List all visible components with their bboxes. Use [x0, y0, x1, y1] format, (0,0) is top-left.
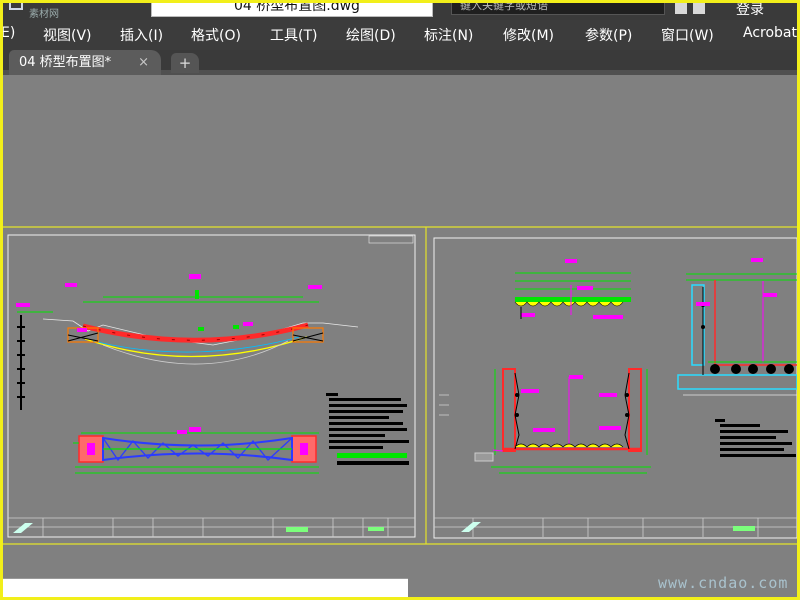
login-button[interactable]: 登录 — [736, 3, 764, 19]
menu-item-window[interactable]: 窗口(W) — [661, 25, 714, 45]
new-tab-button[interactable]: + — [171, 53, 199, 73]
menu-item-view[interactable]: 视图(V) — [43, 25, 92, 45]
menu-item-format[interactable]: 格式(O) — [191, 25, 241, 45]
titlebar-tools — [675, 3, 705, 14]
menu-item-tools[interactable]: 工具(T) — [270, 25, 317, 45]
menu-item-acrobat[interactable]: Acrobat — [743, 25, 797, 41]
cad-drawing[interactable] — [3, 75, 797, 597]
menu-item-modify[interactable]: 修改(M) — [503, 25, 554, 45]
title-bar: 素材网 04 桥型布置图.dwg 键入关键字或短语 登录 — [3, 3, 797, 20]
right-sheet[interactable] — [433, 237, 797, 539]
menu-item-insert[interactable]: 插入(I) — [120, 25, 163, 45]
title-watermark: 素材网 — [29, 9, 59, 20]
menu-item-parametric[interactable]: 参数(P) — [585, 25, 632, 45]
notes-block-right — [715, 419, 796, 457]
menu-item-edit[interactable]: E) — [3, 25, 15, 41]
search-input[interactable]: 键入关键字或短语 — [451, 3, 665, 15]
document-title: 04 桥型布置图.dwg — [151, 3, 433, 17]
close-icon[interactable]: × — [138, 50, 149, 75]
tab-document[interactable]: 04 桥型布置图* × — [9, 50, 161, 75]
tab-bar: 04 桥型布置图* × + — [3, 50, 797, 75]
quick-access-icon[interactable] — [9, 3, 23, 10]
left-sheet[interactable] — [7, 234, 416, 538]
command-line[interactable] — [3, 578, 408, 597]
drawing-canvas[interactable] — [3, 75, 797, 597]
binoculars-icon[interactable] — [675, 3, 687, 14]
menu-bar: E) 视图(V) 插入(I) 格式(O) 工具(T) 绘图(D) 标注(N) 修… — [3, 20, 797, 50]
menu-item-dimension[interactable]: 标注(N) — [424, 25, 473, 45]
menu-item-draw[interactable]: 绘图(D) — [346, 25, 396, 45]
watermark-text: www.cndao.com — [658, 574, 789, 592]
user-icon[interactable] — [693, 3, 705, 14]
tab-document-label: 04 桥型布置图* — [19, 55, 112, 70]
app-window: 素材网 04 桥型布置图.dwg 键入关键字或短语 登录 E) 视图(V) 插入… — [0, 0, 800, 600]
notes-block — [326, 393, 409, 465]
